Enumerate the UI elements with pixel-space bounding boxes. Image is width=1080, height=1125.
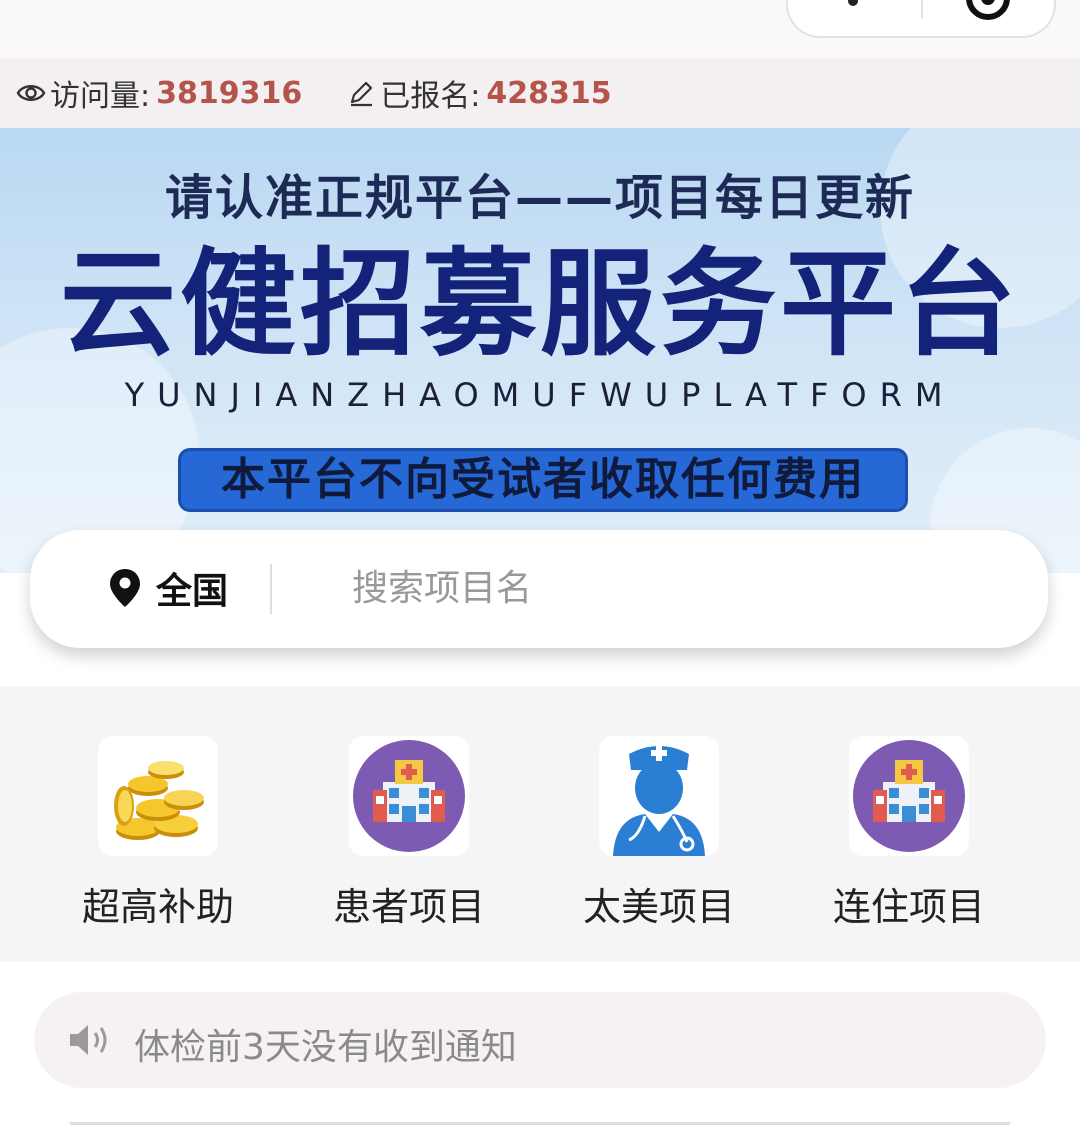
- category-high-subsidy[interactable]: 超高补助: [38, 736, 278, 936]
- capsule-menu: [786, 0, 1056, 38]
- category-grid: 超高补助 患者项目 太美项目 连住项目: [0, 686, 1080, 962]
- signed-label: 已报名:: [380, 79, 481, 114]
- gold-coins-icon: [98, 736, 218, 856]
- banner-title: 云健招募服务平台: [60, 237, 1020, 372]
- category-label: 超高补助: [81, 885, 234, 929]
- region-selector[interactable]: 全国: [156, 562, 228, 614]
- category-label: 连住项目: [832, 885, 985, 929]
- visits-value: 3819316: [156, 75, 303, 111]
- app-page: 访问量: 3819316 已报名: 428315 请认准正规平台——项目每日更新…: [0, 0, 1080, 1125]
- signed-stat: 已报名: 428315: [346, 71, 612, 115]
- pencil-icon: [351, 81, 373, 107]
- hospital-icon: [849, 736, 969, 856]
- speaker-icon: [70, 1025, 107, 1055]
- hospital-icon: [349, 736, 469, 856]
- eye-icon: [16, 85, 46, 101]
- doctor-icon: [599, 736, 719, 856]
- category-label: 患者项目: [332, 885, 485, 929]
- banner-notice: 本平台不向受试者收取任何费用: [178, 448, 908, 512]
- category-residential-projects[interactable]: 连住项目: [789, 736, 1029, 936]
- top-bar: [0, 0, 1080, 58]
- promo-banner[interactable]: 请认准正规平台——项目每日更新 云健招募服务平台 YUNJIANZHAOMUFW…: [0, 128, 1080, 573]
- search-divider: [270, 564, 272, 614]
- location-pin-icon[interactable]: [108, 568, 142, 608]
- close-icon[interactable]: [966, 0, 1010, 20]
- category-patient-projects[interactable]: 患者项目: [289, 736, 529, 936]
- signed-value: 428315: [486, 75, 612, 111]
- category-taimei-projects[interactable]: 太美项目: [539, 736, 779, 936]
- stats-bar: 访问量: 3819316 已报名: 428315: [0, 58, 1080, 128]
- banner-subtitle: 请认准正规平台——项目每日更新: [164, 170, 915, 226]
- notice-bar[interactable]: 体检前3天没有收到通知: [34, 992, 1046, 1088]
- search-input[interactable]: [352, 560, 952, 616]
- search-bar: 全国: [30, 530, 1048, 648]
- capsule-divider: [921, 0, 923, 18]
- visits-label: 访问量:: [50, 79, 151, 114]
- visits-stat: 访问量: 3819316: [16, 71, 302, 115]
- category-label: 太美项目: [582, 885, 735, 929]
- more-icon[interactable]: [848, 0, 858, 6]
- banner-pinyin: YUNJIANZHAOMUFWUPLATFORM: [124, 376, 956, 414]
- notice-text: 体检前3天没有收到通知: [134, 1027, 517, 1068]
